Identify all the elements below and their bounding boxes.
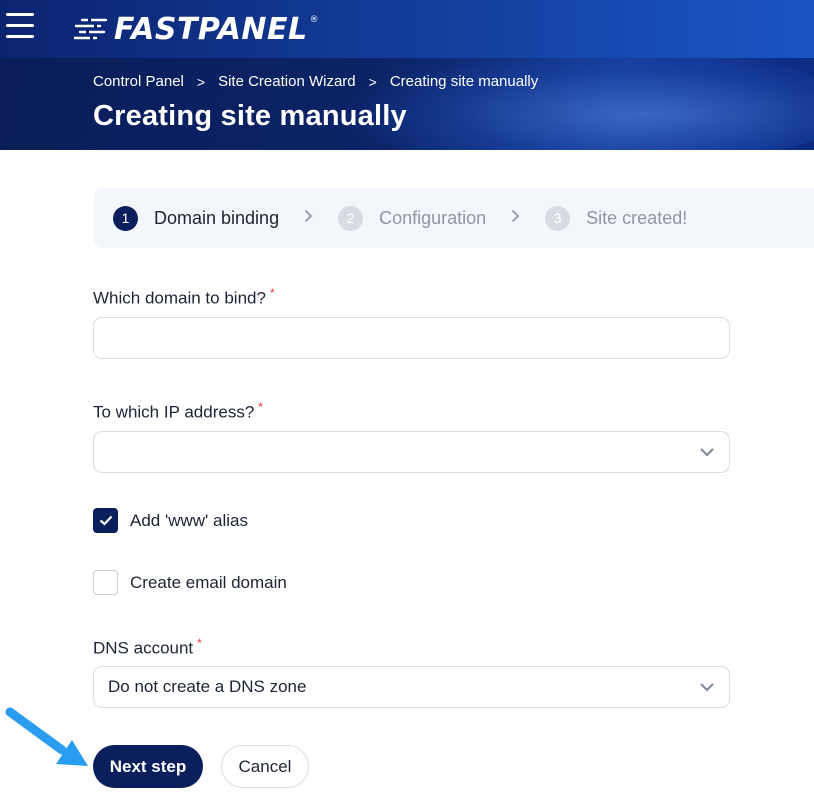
- logo-text: FASTPANEL: [114, 11, 308, 47]
- dns-account-select[interactable]: Do not create a DNS zone: [93, 666, 730, 708]
- email-domain-checkbox[interactable]: [93, 570, 118, 595]
- domain-label-text: Which domain to bind?: [93, 288, 266, 308]
- required-marker: *: [269, 286, 275, 300]
- ip-label-text: To which IP address?: [93, 402, 255, 422]
- breadcrumb-control-panel[interactable]: Control Panel: [93, 73, 184, 90]
- chevron-right-icon: [304, 209, 313, 228]
- step-domain-binding: 1 Domain binding: [113, 205, 280, 231]
- page-title: Creating site manually: [93, 100, 407, 132]
- checkmark-icon: [99, 515, 112, 526]
- breadcrumb-separator: >: [368, 73, 377, 90]
- breadcrumb: Control Panel > Site Creation Wizard > C…: [93, 73, 538, 90]
- step-site-created: 3 Site created!: [545, 205, 688, 231]
- chevron-down-icon: [700, 683, 714, 692]
- dns-select-value: Do not create a DNS zone: [108, 677, 307, 696]
- ip-field-label: To which IP address? *: [93, 400, 263, 423]
- required-marker: *: [197, 636, 202, 650]
- logo-mark-icon: [74, 18, 108, 40]
- www-alias-checkbox[interactable]: [93, 508, 118, 533]
- step-number: 1: [113, 205, 138, 231]
- domain-input[interactable]: [93, 317, 730, 359]
- registered-mark: ®: [309, 15, 319, 25]
- step-configuration: 2 Configuration: [338, 205, 487, 231]
- step-label: Domain binding: [154, 207, 280, 228]
- top-bar: FASTPANEL ®: [0, 0, 814, 58]
- www-alias-checkbox-row[interactable]: Add 'www' alias: [93, 508, 248, 533]
- email-domain-checkbox-row[interactable]: Create email domain: [93, 570, 287, 595]
- breadcrumb-separator: >: [196, 73, 206, 90]
- cancel-button[interactable]: Cancel: [221, 745, 309, 788]
- step-label: Site created!: [586, 207, 688, 228]
- hamburger-menu-icon[interactable]: [6, 13, 36, 39]
- email-domain-label: Create email domain: [130, 572, 287, 592]
- breadcrumb-site-creation-wizard[interactable]: Site Creation Wizard: [218, 73, 356, 90]
- step-number: 3: [545, 205, 571, 231]
- next-step-button[interactable]: Next step: [93, 745, 203, 788]
- pointer-arrow-icon: [5, 707, 88, 766]
- step-number: 2: [338, 205, 364, 231]
- domain-field-label: Which domain to bind? *: [93, 286, 275, 309]
- step-label: Configuration: [379, 207, 487, 228]
- dns-field-label: DNS account *: [93, 636, 202, 659]
- page-header-banner: Control Panel > Site Creation Wizard > C…: [0, 58, 814, 150]
- dns-label-text: DNS account: [93, 638, 194, 658]
- chevron-right-icon: [511, 209, 520, 228]
- ip-address-select[interactable]: [93, 431, 730, 473]
- www-alias-label: Add 'www' alias: [130, 510, 248, 530]
- wizard-stepper: 1 Domain binding 2 Configuration 3 Site …: [94, 188, 814, 248]
- fastpanel-logo[interactable]: FASTPANEL ®: [74, 9, 319, 49]
- breadcrumb-current: Creating site manually: [389, 73, 539, 90]
- required-marker: *: [258, 400, 263, 414]
- chevron-down-icon: [700, 448, 714, 457]
